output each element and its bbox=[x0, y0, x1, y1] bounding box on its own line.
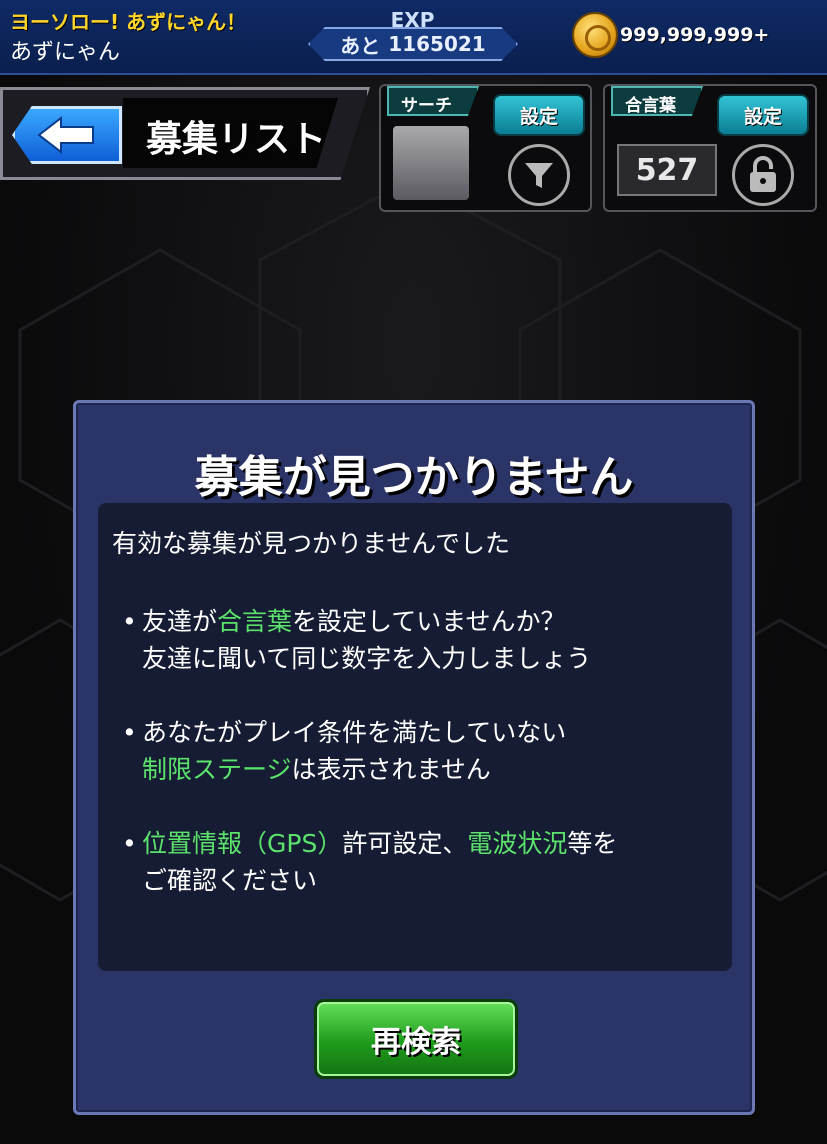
top-status-bar: ヨーソロー! あずにゃん！ あずにゃん EXP あと 1165021 999,9… bbox=[0, 0, 827, 75]
hint-gps: 位置情報（GPS）許可設定、電波状況等を ご確認ください bbox=[112, 825, 718, 900]
hint3-highlight-gps: 位置情報（GPS） bbox=[142, 828, 343, 858]
passphrase-tag: 合言葉 bbox=[611, 86, 703, 116]
retry-search-button[interactable]: 再検索 bbox=[314, 999, 518, 1079]
hint3-line2: ご確認ください bbox=[142, 866, 318, 895]
filter-button[interactable] bbox=[508, 144, 570, 206]
passphrase-panel: 合言葉 設定 527 bbox=[603, 84, 817, 212]
hint3-a: 許可設定、 bbox=[342, 828, 468, 858]
lock-icon bbox=[750, 156, 776, 192]
dialog-body: 有効な募集が見つかりませんでした 友達が合言葉を設定していませんか？ 友達に聞い… bbox=[98, 503, 732, 971]
player-title: ヨーソロー! あずにゃん！ bbox=[10, 10, 247, 34]
exp-remaining: あと 1165021 bbox=[308, 27, 518, 61]
hint2-b: は表示されません bbox=[291, 755, 491, 784]
search-filter-thumbnail[interactable] bbox=[393, 126, 469, 200]
dialog-title: 募集が見つかりません bbox=[194, 452, 634, 503]
hint1-a: 友達が bbox=[142, 606, 218, 636]
hint1-b: を設定していませんか？ bbox=[292, 606, 566, 636]
back-button[interactable] bbox=[12, 106, 122, 164]
hint2-line1: あなたがプレイ条件を満たしていない bbox=[142, 717, 567, 747]
filter-icon bbox=[525, 163, 553, 188]
coin-icon bbox=[572, 12, 618, 58]
hint2-highlight: 制限ステージ bbox=[142, 755, 292, 784]
passphrase-set-button[interactable]: 設定 bbox=[717, 94, 809, 136]
search-tag: サーチ bbox=[387, 86, 479, 116]
hint3-b: 等を bbox=[567, 828, 618, 858]
search-set-button[interactable]: 設定 bbox=[493, 94, 585, 136]
exp-remaining-value: 1165021 bbox=[388, 32, 486, 56]
lock-button[interactable] bbox=[732, 144, 794, 206]
passphrase-code[interactable]: 527 bbox=[617, 144, 717, 196]
coin-count: 999,999,999+ bbox=[620, 24, 770, 46]
player-name: あずにゃん bbox=[10, 40, 121, 65]
page-title: 募集リスト bbox=[146, 119, 327, 160]
hint-restricted-stage: あなたがプレイ条件を満たしていない 制限ステージは表示されません bbox=[112, 714, 718, 789]
hint1-line2: 友達に聞いて同じ数字を入力しましょう bbox=[142, 644, 592, 673]
back-arrow-icon bbox=[37, 116, 94, 154]
hint3-highlight-signal: 電波状況 bbox=[467, 828, 568, 858]
hint1-highlight: 合言葉 bbox=[217, 606, 293, 636]
exp-display: EXP あと 1165021 bbox=[300, 0, 525, 70]
search-panel: サーチ 設定 bbox=[379, 84, 592, 212]
not-found-dialog: 募集が見つかりません 有効な募集が見つかりませんでした 友達が合言葉を設定してい… bbox=[73, 400, 755, 1115]
hint-passphrase: 友達が合言葉を設定していませんか？ 友達に聞いて同じ数字を入力しましょう bbox=[112, 603, 718, 678]
dialog-lead: 有効な募集が見つかりませんでした bbox=[112, 529, 511, 558]
exp-remaining-prefix: あと bbox=[340, 33, 381, 58]
